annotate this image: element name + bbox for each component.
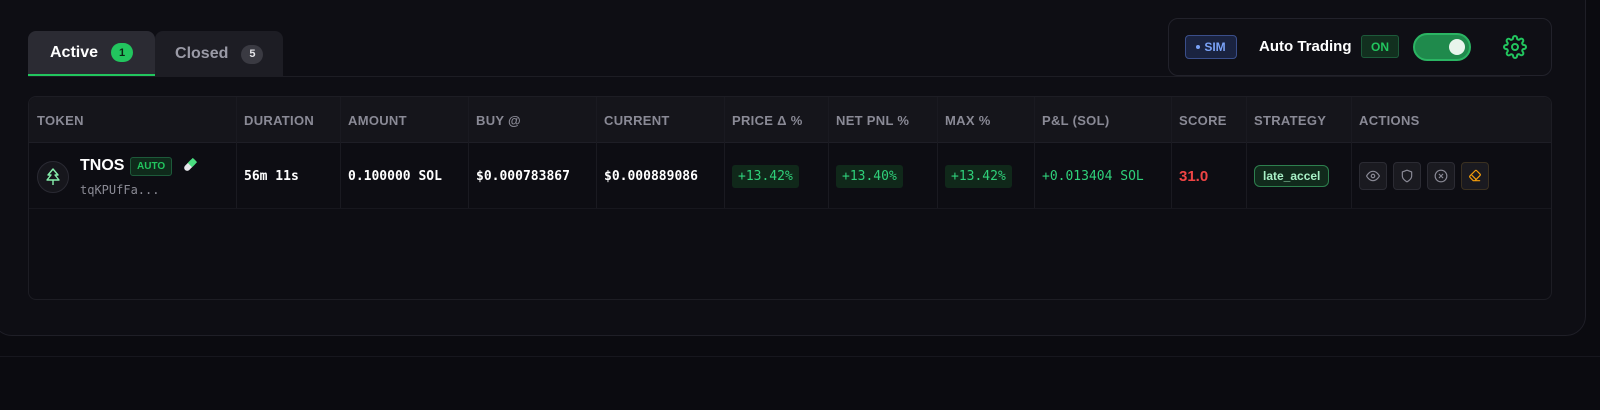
auto-trading-controls: SIM Auto Trading ON	[1168, 18, 1552, 76]
price-delta-value: +13.42%	[732, 164, 799, 188]
pnl-sol-value: +0.013404 SOL	[1042, 168, 1144, 184]
col-header-score: SCORE	[1179, 112, 1227, 128]
close-circle-icon	[1434, 169, 1448, 183]
protect-button[interactable]	[1393, 162, 1421, 190]
score-value: 31.0	[1179, 167, 1209, 185]
clear-button[interactable]	[1461, 162, 1489, 190]
eye-icon	[1366, 170, 1380, 182]
tabs-divider	[28, 76, 1520, 77]
view-button[interactable]	[1359, 162, 1387, 190]
auto-badge: AUTO	[130, 157, 173, 176]
tab-closed[interactable]: Closed 5	[155, 31, 284, 77]
col-header-duration: DURATION	[244, 112, 315, 128]
strategy-badge: late_accel	[1254, 165, 1330, 187]
col-header-strategy: STRATEGY	[1254, 112, 1327, 128]
pill-icon	[184, 157, 198, 171]
col-header-actions: ACTIONS	[1359, 112, 1420, 128]
auto-trading-toggle[interactable]	[1413, 33, 1471, 61]
max-value: +13.42%	[945, 164, 1012, 188]
col-header-amount: AMOUNT	[348, 112, 407, 128]
table-row[interactable]: TNOS AUTO tqKPUfFa... 56m 11s 0.100000 S…	[29, 143, 1551, 209]
col-header-max: MAX %	[945, 112, 991, 128]
strategy-cell: late_accel	[1246, 143, 1351, 209]
current-price-cell: $0.000889086	[604, 168, 698, 184]
amount-cell: 0.100000 SOL	[348, 168, 442, 184]
sim-badge: SIM	[1185, 35, 1237, 59]
max-cell: +13.42%	[937, 143, 1034, 209]
col-header-price-delta: PRICE Δ %	[732, 112, 803, 128]
table-header: TOKEN DURATION AMOUNT BUY @ CURRENT PRIC…	[29, 97, 1551, 143]
sim-dot-icon	[1196, 45, 1201, 49]
toggle-knob	[1449, 39, 1465, 55]
actions-cell	[1351, 143, 1551, 209]
token-symbol[interactable]: TNOS	[80, 157, 124, 175]
eraser-icon	[1469, 169, 1481, 182]
divider	[0, 356, 1600, 357]
price-delta-cell: +13.42%	[724, 143, 828, 209]
position-tabs: Active 1 Closed 5	[28, 31, 284, 77]
score-cell: 31.0	[1171, 143, 1246, 209]
tab-closed-count-badge: 5	[241, 44, 264, 64]
sim-label: SIM	[1204, 40, 1226, 54]
tab-closed-label: Closed	[175, 45, 229, 62]
token-address[interactable]: tqKPUfFa...	[80, 183, 159, 197]
positions-table: TOKEN DURATION AMOUNT BUY @ CURRENT PRIC…	[28, 96, 1552, 300]
tree-icon	[37, 161, 69, 193]
duration-cell: 56m 11s	[244, 168, 299, 184]
net-pnl-cell: +13.40%	[828, 143, 937, 209]
tab-active-count-badge: 1	[111, 43, 134, 62]
col-header-pnl-sol: P&L (SOL)	[1042, 112, 1110, 128]
pnl-sol-cell: +0.013404 SOL	[1034, 143, 1171, 209]
close-position-button[interactable]	[1427, 162, 1455, 190]
auto-trading-label: Auto Trading	[1259, 38, 1352, 55]
col-header-current: CURRENT	[604, 112, 670, 128]
gear-icon[interactable]	[1503, 35, 1527, 59]
tab-active[interactable]: Active 1	[28, 31, 156, 77]
col-header-net-pnl: NET PNL %	[836, 112, 910, 128]
net-pnl-value: +13.40%	[836, 164, 903, 188]
token-cell: TNOS AUTO tqKPUfFa...	[29, 143, 236, 209]
auto-trading-status-badge: ON	[1361, 35, 1399, 58]
col-header-buy: BUY @	[476, 112, 522, 128]
tab-active-label: Active	[50, 43, 99, 61]
col-header-token: TOKEN	[37, 112, 84, 128]
shield-icon	[1401, 169, 1413, 183]
buy-price-cell: $0.000783867	[476, 168, 570, 184]
